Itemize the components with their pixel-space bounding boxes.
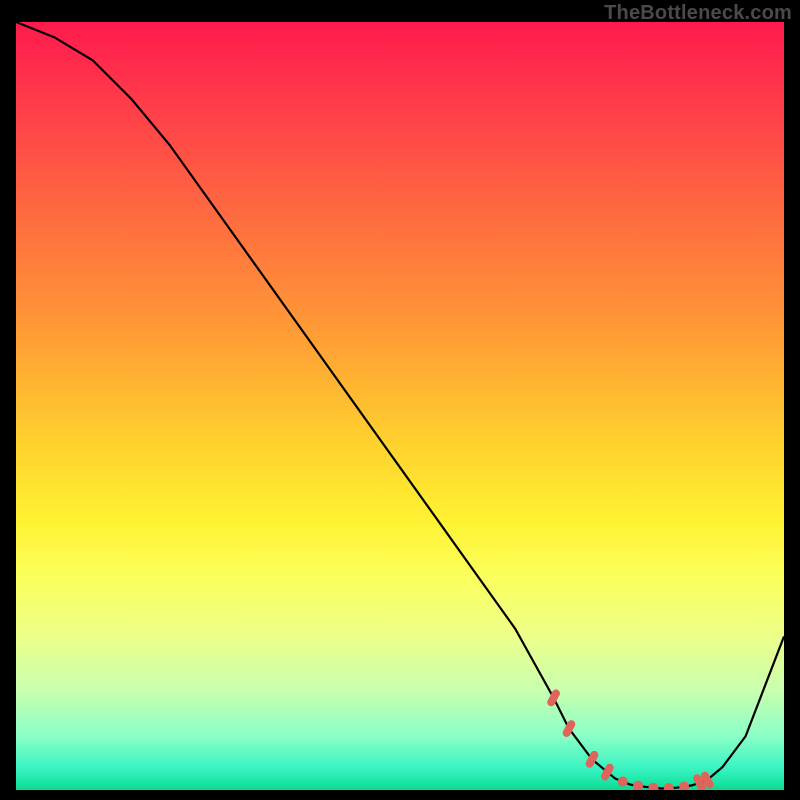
curve-marker — [648, 783, 658, 790]
curve-path — [16, 22, 784, 788]
curve-marker — [618, 777, 628, 787]
chart-frame: TheBottleneck.com — [0, 0, 800, 800]
curve-marker — [679, 782, 689, 790]
curve-marker — [546, 688, 562, 708]
gradient-plot-area — [16, 22, 784, 790]
curve-marker — [600, 762, 616, 782]
curve-markers — [546, 688, 715, 790]
curve-marker — [561, 719, 577, 739]
curve-marker — [584, 749, 600, 769]
curve-marker — [633, 781, 643, 790]
bottleneck-curve — [16, 22, 784, 790]
curve-marker — [692, 773, 708, 790]
curve-marker — [664, 783, 674, 790]
curve-marker — [699, 770, 715, 790]
